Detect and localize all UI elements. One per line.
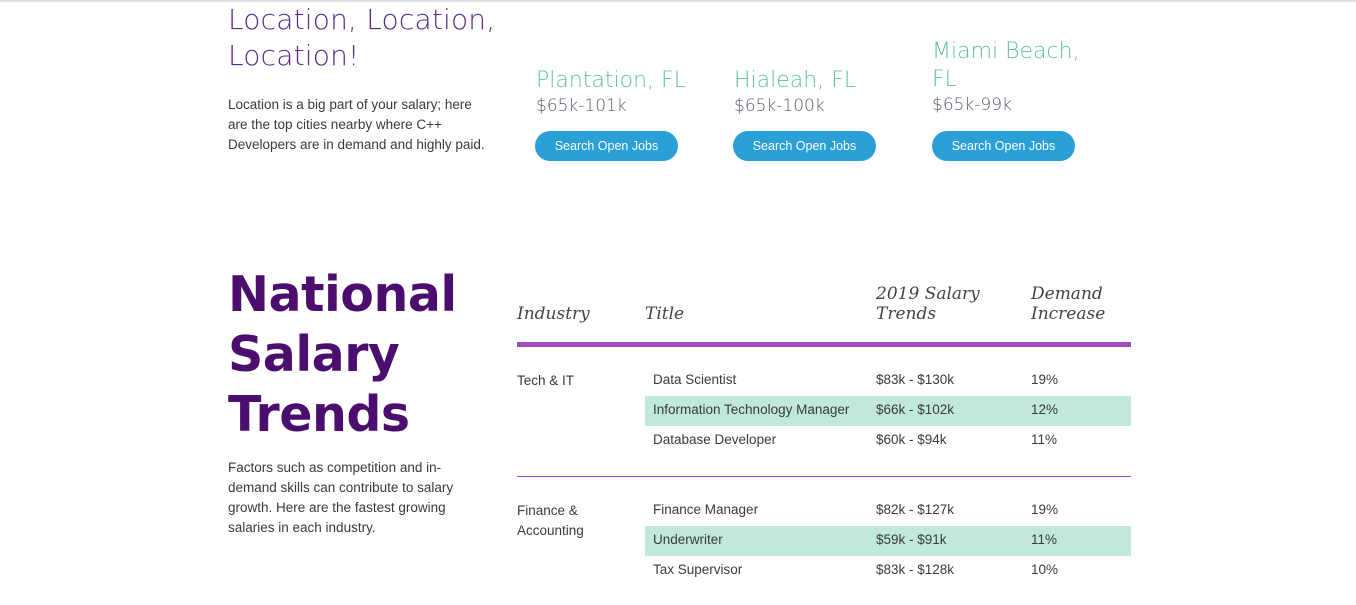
row-demand: 19% [1031,372,1059,387]
row-title: Database Developer [653,432,777,447]
column-header-demand-increase: Demand Increase [1031,284,1106,324]
industry-label-finance: Finance & Accounting [517,503,584,538]
row-title: Underwriter [653,532,723,547]
row-salary: $83k - $128k [876,562,955,577]
table-row: Database Developer $60k - $94k 11% [645,426,1131,456]
city-salary-range: $65k-101k [536,96,627,116]
column-header-industry: Industry [517,304,590,324]
location-heading: Location, Location, Location! [228,3,496,72]
row-demand: 12% [1031,402,1059,417]
row-salary: $66k - $102k [876,402,955,417]
column-header-salary-trends: 2019 Salary Trends [876,284,980,324]
location-description: Location is a big part of your salary; h… [228,97,485,152]
group-divider [517,476,1131,477]
row-salary: $83k - $130k [876,372,955,387]
city-name: Miami Beach, FL [932,39,1080,92]
search-open-jobs-button-hialeah[interactable]: Search Open Jobs [733,131,876,161]
top-edge-shadow [0,0,1356,3]
search-open-jobs-button-miami-beach[interactable]: Search Open Jobs [932,131,1075,161]
table-row: Data Scientist $83k - $130k 19% [645,366,1131,396]
row-title: Data Scientist [653,372,737,387]
city-name: Plantation, FL [536,68,686,93]
row-demand: 11% [1031,432,1058,447]
national-salary-trends-heading: National Salary Trends [228,266,457,443]
row-demand: 11% [1031,532,1058,547]
table-header-divider [517,342,1131,347]
city-card-plantation: Plantation, FL $65k-101k [536,67,711,117]
table-row: Finance Manager $82k - $127k 19% [645,496,1131,526]
city-name: Hialeah, FL [734,68,857,93]
row-title: Tax Supervisor [653,562,743,577]
city-salary-range: $65k-100k [734,96,825,116]
table-row-highlighted: Underwriter $59k - $91k 11% [645,526,1131,556]
national-description: Factors such as competition and in-deman… [228,460,454,535]
row-demand: 19% [1031,502,1059,517]
column-header-title: Title [645,304,685,324]
city-salary-range: $65k-99k [932,95,1012,115]
row-salary: $59k - $91k [876,532,947,547]
industry-label-tech: Tech & IT [517,373,575,388]
table-row: Tax Supervisor $83k - $128k 10% [645,556,1131,586]
city-card-hialeah: Hialeah, FL $65k-100k [734,67,909,117]
table-row-highlighted: Information Technology Manager $66k - $1… [645,396,1131,426]
row-salary: $82k - $127k [876,502,955,517]
city-card-miami-beach: Miami Beach, FL $65k-99k [932,38,1092,116]
row-title: Finance Manager [653,502,759,517]
row-title: Information Technology Manager [653,402,850,417]
search-open-jobs-button-plantation[interactable]: Search Open Jobs [535,131,678,161]
row-salary: $60k - $94k [876,432,947,447]
row-demand: 10% [1031,562,1059,577]
